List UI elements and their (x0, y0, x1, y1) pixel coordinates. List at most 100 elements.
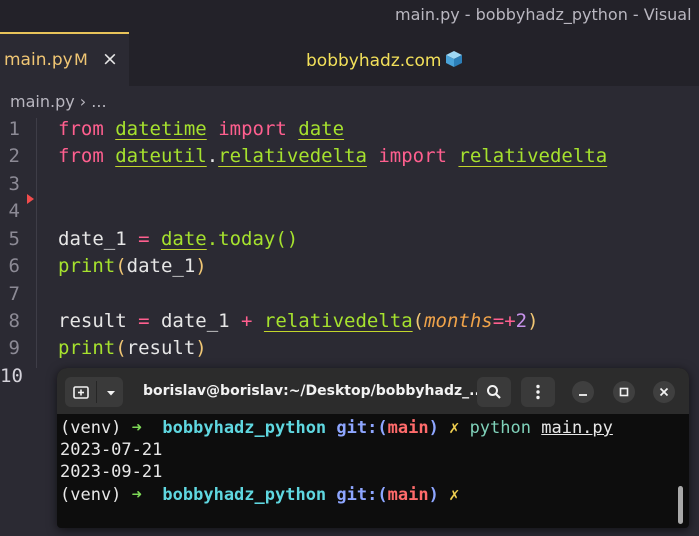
window-title: main.py - bobbyhadz_python - Visual (395, 5, 692, 24)
chevron-down-icon[interactable] (105, 387, 117, 399)
line-number: 9 (8, 337, 20, 359)
keyword-argument: months (424, 310, 493, 332)
variable: date_1 (58, 228, 127, 250)
code-editor[interactable]: 1 2 3 4 5 6 7 8 9 10 from datetime impor… (0, 114, 699, 394)
repo-name: bobbyhadz_python (162, 418, 327, 438)
function-call: relativedelta (263, 310, 413, 332)
code-line-2[interactable]: from dateutil.relativedelta import relat… (58, 145, 607, 167)
command-arg: main.py (541, 418, 613, 438)
breadcrumb-separator: › (79, 92, 87, 111)
repo-name: bobbyhadz_python (162, 485, 327, 505)
breadcrumb-file[interactable]: main.py (10, 92, 75, 111)
close-button[interactable] (653, 381, 675, 403)
line-number: 7 (8, 283, 20, 305)
terminal-header: borislav@borislav:~/Desktop/bobbyhadz_..… (57, 368, 689, 414)
venv-label: (venv) (60, 485, 122, 505)
code-line-1[interactable]: from datetime import date (58, 118, 344, 140)
terminal-output-line: 2023-09-21 (60, 462, 163, 482)
new-tab-button[interactable] (65, 377, 123, 407)
line-number: 8 (8, 310, 20, 332)
keyword: from (58, 145, 104, 167)
line-number: 3 (8, 173, 20, 195)
terminal-output[interactable]: (venv) ➜ bobbyhadz_python git:(main) ✗ p… (57, 414, 689, 528)
terminal-search-button[interactable] (477, 377, 511, 407)
terminal-prompt-line: (venv) ➜ bobbyhadz_python git:(main) ✗ (60, 485, 459, 505)
code-line-9[interactable]: print(result) (58, 337, 207, 359)
paren: ) (195, 337, 207, 359)
editor-tabbar: main.py M × bobbyhadz.com (0, 32, 699, 86)
dirty-marker: ✗ (449, 418, 460, 438)
keyword: from (58, 118, 104, 140)
operator: + (229, 310, 264, 332)
tab-main-py[interactable]: main.py M × (0, 32, 129, 86)
code-line-6[interactable]: print(date_1) (58, 255, 207, 277)
number-literal: 2 (515, 310, 528, 332)
argument: result (126, 337, 196, 359)
tab-filename: main.py (4, 50, 73, 70)
paren: ) (195, 255, 207, 277)
imported-name: relativedelta (458, 145, 608, 167)
git-label-close: ) (428, 418, 439, 438)
sign: + (504, 310, 516, 332)
breadcrumb[interactable]: main.py › ... (10, 92, 107, 111)
branch-name: main (387, 485, 429, 505)
builtin-function: print (58, 255, 116, 277)
prompt-arrow: ➜ (131, 418, 142, 438)
cube-icon (446, 51, 463, 67)
button-divider (96, 381, 97, 403)
minimize-icon (579, 394, 587, 396)
prompt-arrow: ➜ (131, 485, 142, 505)
git-label: git:( (336, 485, 388, 505)
branch-name: main (387, 418, 429, 438)
paren: ) (527, 310, 539, 332)
keyword: import (218, 118, 287, 140)
tab-close-icon[interactable]: × (102, 48, 118, 70)
paren: ( (115, 337, 127, 359)
line-number: 10 (0, 365, 23, 387)
line-number: 1 (8, 118, 20, 140)
module-name: datetime (115, 118, 207, 140)
variable: result (58, 310, 127, 332)
builtin-function: print (58, 337, 116, 359)
dirty-marker: ✗ (449, 485, 460, 505)
site-label: bobbyhadz.com (306, 51, 442, 71)
terminal-menu-button[interactable] (521, 377, 555, 407)
paren: ( (115, 255, 127, 277)
code-line-8[interactable]: result = date_1 + relativedelta(months=+… (58, 310, 539, 332)
terminal-prompt-line: (venv) ➜ bobbyhadz_python git:(main) ✗ p… (60, 418, 613, 438)
venv-label: (venv) (60, 418, 122, 438)
object-name: date (160, 228, 207, 250)
command: python (469, 418, 531, 438)
module-name: dateutil (115, 145, 207, 167)
header-site-text: bobbyhadz.com (306, 50, 463, 71)
minimize-button[interactable] (572, 381, 594, 403)
operator: = (126, 310, 161, 332)
terminal-scrollbar[interactable] (678, 486, 683, 524)
search-icon (487, 385, 501, 399)
terminal-window[interactable]: borislav@borislav:~/Desktop/bobbyhadz_..… (57, 368, 689, 528)
operator: = (492, 310, 505, 332)
window-titlebar: main.py - bobbyhadz_python - Visual (0, 0, 699, 32)
method-call: .today() (206, 228, 299, 250)
line-number: 2 (8, 145, 20, 167)
operator: = (126, 228, 161, 250)
submodule-name: relativedelta (218, 145, 367, 167)
imported-name: date (298, 118, 345, 140)
paren: ( (412, 310, 425, 332)
keyword: import (378, 145, 447, 167)
kebab-menu-icon (536, 384, 540, 400)
dot: . (206, 145, 219, 167)
git-label-close: ) (428, 485, 439, 505)
argument: date_1 (126, 255, 196, 277)
maximize-button[interactable] (613, 381, 635, 403)
breadcrumb-more[interactable]: ... (91, 92, 106, 111)
close-icon (659, 387, 669, 397)
code-line-5[interactable]: date_1 = date.today() (58, 228, 298, 250)
line-number: 6 (8, 255, 20, 277)
terminal-title: borislav@borislav:~/Desktop/bobbyhadz_..… (143, 383, 486, 399)
new-tab-icon (73, 386, 89, 399)
line-number: 5 (8, 228, 20, 250)
tab-modified-badge: M (74, 50, 88, 69)
git-label: git:( (336, 418, 388, 438)
variable: date_1 (160, 310, 230, 332)
